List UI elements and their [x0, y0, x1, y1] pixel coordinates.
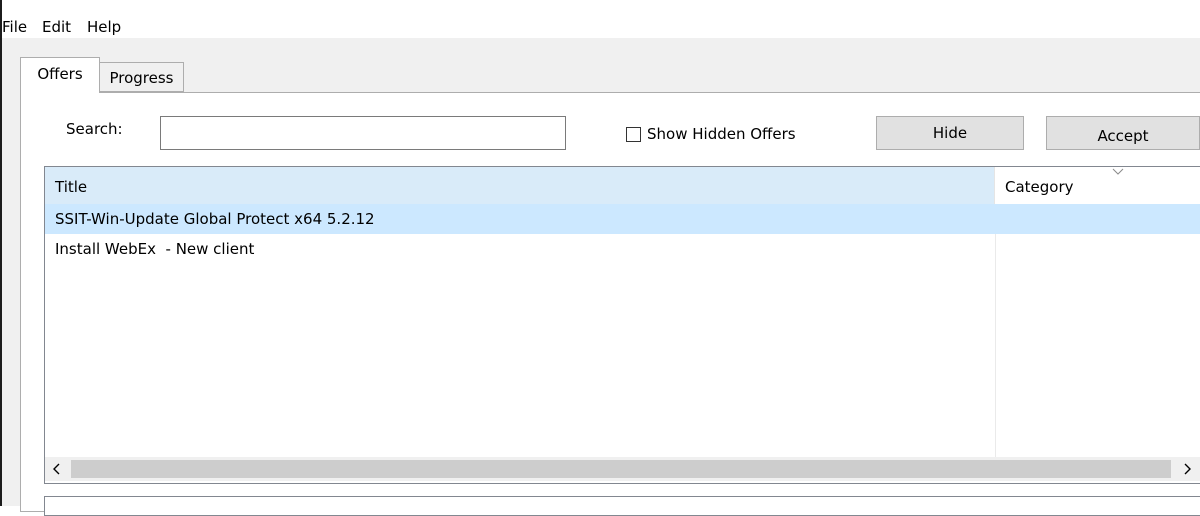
menu-bar: File Edit Help	[2, 0, 1200, 38]
table-row[interactable]: Install WebEx - New client	[45, 234, 1200, 264]
scroll-right-button[interactable]	[1175, 457, 1199, 481]
menu-edit[interactable]: Edit	[42, 16, 71, 38]
row-category	[1005, 234, 1200, 264]
app-window: File Edit Help Offers Progress Search: S…	[0, 0, 1200, 516]
accept-button[interactable]: Accept	[1046, 116, 1200, 150]
scroll-thumb[interactable]	[71, 460, 1171, 478]
hide-button[interactable]: Hide	[876, 116, 1024, 150]
checkbox-box[interactable]	[626, 126, 641, 142]
show-hidden-offers-label: Show Hidden Offers	[647, 125, 796, 143]
show-hidden-offers-checkbox[interactable]: Show Hidden Offers	[626, 123, 796, 145]
tab-progress[interactable]: Progress	[100, 62, 184, 92]
menu-file[interactable]: File	[2, 16, 27, 38]
search-label: Search:	[66, 120, 123, 138]
column-header-category[interactable]: Category	[995, 167, 1200, 204]
offers-list[interactable]: Title Category SSIT-Win-Update Global Pr…	[44, 166, 1200, 484]
chevron-left-icon	[53, 463, 60, 475]
details-panel	[44, 496, 1200, 516]
list-header: Title Category	[45, 167, 1200, 204]
chevron-right-icon	[1184, 463, 1191, 475]
scroll-left-button[interactable]	[45, 457, 69, 481]
tab-offers[interactable]: Offers	[20, 57, 100, 93]
column-header-title[interactable]: Title	[45, 167, 995, 204]
chevron-down-icon	[1112, 168, 1124, 175]
menu-help[interactable]: Help	[87, 16, 121, 38]
table-row[interactable]: SSIT-Win-Update Global Protect x64 5.2.1…	[45, 204, 1200, 234]
row-title: SSIT-Win-Update Global Protect x64 5.2.1…	[55, 210, 375, 228]
horizontal-scrollbar[interactable]	[45, 457, 1200, 481]
search-input[interactable]	[160, 116, 566, 150]
row-category	[1005, 204, 1200, 234]
row-title: Install WebEx - New client	[55, 240, 255, 258]
